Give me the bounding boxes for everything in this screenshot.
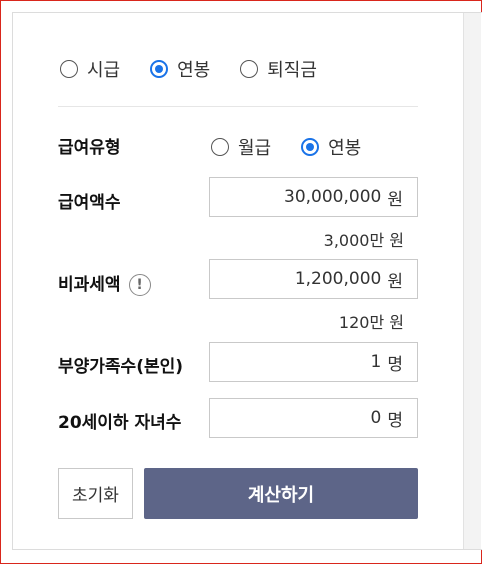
nontaxable-label: 비과세액!	[58, 270, 151, 296]
radio-circle[interactable]	[60, 60, 78, 78]
radio-annual-label: 연봉	[177, 60, 211, 81]
radio-circle[interactable]	[150, 60, 169, 78]
children-label: 20세이하 자녀수	[58, 413, 182, 433]
salary-amount-label: 급여액수	[58, 193, 121, 213]
divider	[58, 106, 418, 107]
children-input[interactable]: 0 명	[209, 398, 418, 438]
info-icon[interactable]: !	[128, 274, 151, 296]
children-unit: 명	[387, 410, 403, 431]
nontaxable-unit: 원	[387, 271, 403, 292]
radio-severance[interactable]: 퇴직금	[240, 56, 317, 82]
radio-circle[interactable]	[240, 60, 259, 78]
radio-annual[interactable]: 연봉	[150, 56, 210, 82]
dependents-unit: 명	[387, 354, 403, 375]
mode-radio-group: 시급 연봉 퇴직금	[60, 56, 317, 82]
radio-severance-label: 퇴직금	[267, 60, 317, 81]
radio-salary-annual-label: 연봉	[328, 138, 362, 159]
salary-amount-value: 30,000,000	[284, 187, 382, 207]
radio-hourly[interactable]: 시급	[60, 56, 120, 82]
radio-hourly-label: 시급	[87, 60, 121, 81]
nontaxable-input[interactable]: 1,200,000 원	[209, 259, 418, 299]
dependents-input[interactable]: 1 명	[209, 342, 418, 382]
radio-salary-annual[interactable]: 연봉	[301, 134, 361, 160]
salary-amount-unit: 원	[387, 189, 403, 210]
salary-type-label: 급여유형	[58, 138, 121, 158]
nontaxable-label-text: 비과세액	[58, 275, 121, 295]
salary-amount-input[interactable]: 30,000,000 원	[209, 177, 418, 217]
dependents-label: 부양가족수(본인)	[58, 357, 184, 377]
salary-amount-summary: 3,000만 원	[323, 231, 404, 250]
dependents-value: 1	[370, 352, 382, 372]
radio-monthly[interactable]: 월급	[211, 134, 271, 160]
radio-circle[interactable]	[301, 138, 320, 156]
radio-circle[interactable]	[211, 138, 229, 156]
nontaxable-value: 1,200,000	[294, 269, 382, 289]
calculate-button[interactable]: 계산하기	[144, 468, 418, 519]
reset-button[interactable]: 초기화	[58, 468, 133, 519]
scrollbar-track[interactable]	[463, 13, 481, 549]
children-value: 0	[370, 408, 382, 428]
salary-type-radio-group: 월급 연봉	[211, 134, 361, 160]
nontaxable-summary: 120만 원	[338, 313, 404, 332]
radio-monthly-label: 월급	[238, 138, 272, 159]
